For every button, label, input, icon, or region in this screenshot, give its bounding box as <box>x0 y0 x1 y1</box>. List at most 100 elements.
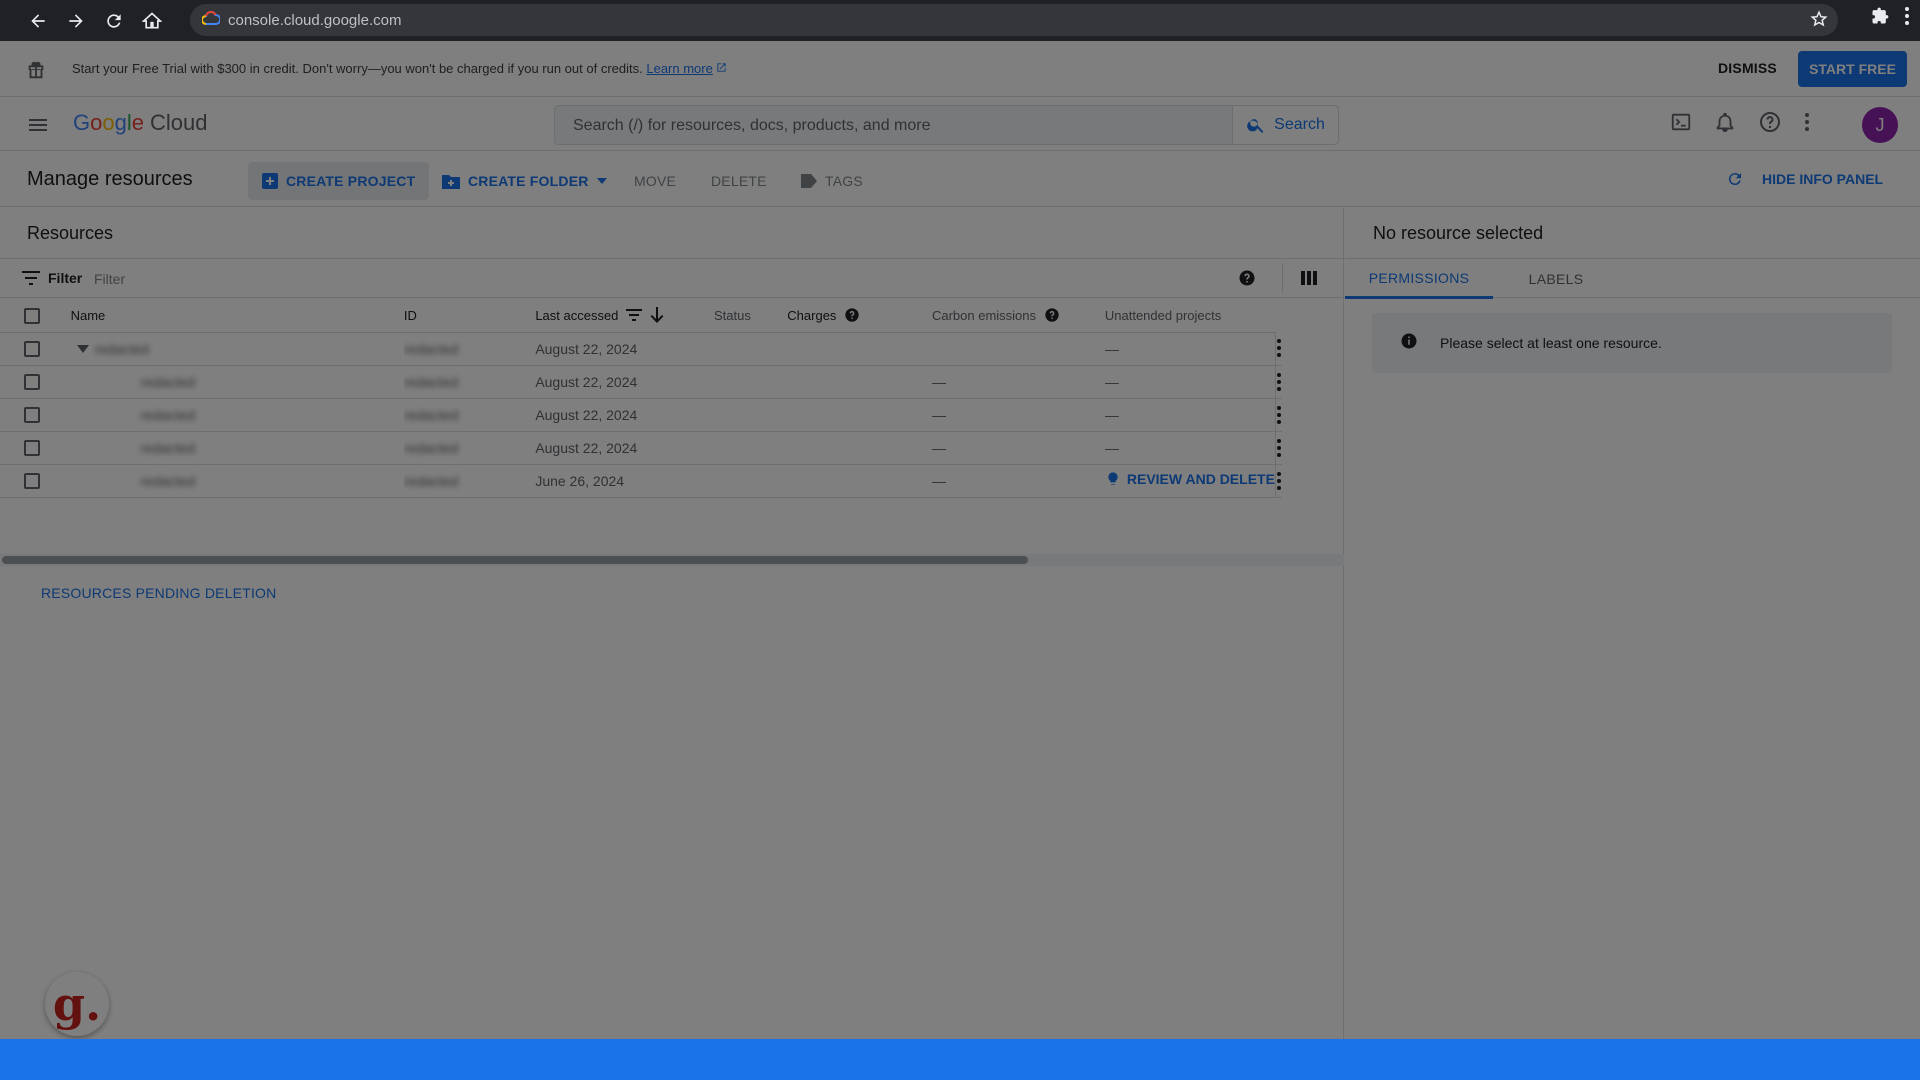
tags-button[interactable]: TAGS <box>787 162 877 200</box>
last-accessed-cell: June 26, 2024 <box>535 464 714 498</box>
column-charges[interactable]: Charges <box>787 299 932 333</box>
column-unattended-projects[interactable]: Unattended projects <box>1104 299 1276 333</box>
filter-bar: Filter Filter <box>0 258 1344 298</box>
extensions-icon[interactable] <box>1870 6 1890 31</box>
tab-permissions[interactable]: PERMISSIONS <box>1345 259 1493 299</box>
column-carbon-emissions[interactable]: Carbon emissions <box>931 299 1105 333</box>
search-button[interactable]: Search <box>1232 106 1338 144</box>
dismiss-button[interactable]: DISMISS <box>1718 60 1777 76</box>
column-display-icon[interactable] <box>1300 269 1318 292</box>
column-id[interactable]: ID <box>403 299 536 333</box>
table-row[interactable]: redacted redacted August 22, 2024 — — <box>0 398 1282 432</box>
unattended-cell: REVIEW AND DELETE <box>1104 464 1276 498</box>
reload-icon[interactable] <box>98 5 130 37</box>
table-row[interactable]: redacted redacted August 22, 2024 — <box>0 332 1282 366</box>
address-bar[interactable]: console.cloud.google.com <box>190 4 1838 36</box>
delete-button[interactable]: DELETE <box>697 162 781 200</box>
free-trial-banner: Start your Free Trial with $300 in credi… <box>0 41 1920 97</box>
help-circle-icon[interactable] <box>1238 269 1256 292</box>
create-folder-button[interactable]: CREATE FOLDER <box>428 162 621 200</box>
select-all-checkbox[interactable] <box>24 307 40 324</box>
help-icon[interactable] <box>1758 110 1782 139</box>
refresh-icon[interactable] <box>1726 170 1744 188</box>
row-checkbox[interactable] <box>24 440 40 457</box>
row-actions-icon[interactable] <box>1276 438 1282 458</box>
create-project-button[interactable]: CREATE PROJECT <box>248 162 430 200</box>
resource-id: redacted <box>403 472 459 489</box>
search-input[interactable]: Search (/) for resources, docs, products… <box>554 105 1339 145</box>
filter-label: Filter <box>48 270 83 286</box>
resource-name[interactable]: redacted <box>95 341 149 357</box>
tags-label: TAGS <box>825 173 863 189</box>
cloud-shell-icon[interactable] <box>1670 111 1692 138</box>
row-actions-icon[interactable] <box>1276 405 1282 425</box>
resources-table: Name ID Last accessed Status Charges Car… <box>0 299 1282 498</box>
tag-icon <box>801 174 817 188</box>
resource-name[interactable]: redacted <box>141 407 195 423</box>
row-actions-icon[interactable] <box>1276 338 1282 358</box>
expand-arrow-icon[interactable] <box>76 345 89 353</box>
status-cell <box>714 365 788 399</box>
row-checkbox[interactable] <box>24 374 40 391</box>
column-last-accessed[interactable]: Last accessed <box>535 299 714 333</box>
back-icon[interactable] <box>22 5 54 37</box>
more-options-icon[interactable] <box>1804 112 1810 137</box>
row-checkbox[interactable] <box>24 407 40 424</box>
forward-icon[interactable] <box>60 5 92 37</box>
move-button[interactable]: MOVE <box>620 162 690 200</box>
scrollbar-thumb[interactable] <box>2 556 1028 564</box>
hide-info-panel-button[interactable]: HIDE INFO PANEL <box>1726 170 1883 188</box>
filter-button[interactable]: Filter <box>22 270 82 286</box>
google-cloud-logo[interactable]: G o o g l e Cloud <box>73 110 208 136</box>
column-name[interactable]: Name <box>70 299 404 333</box>
resource-name[interactable]: redacted <box>141 473 195 489</box>
row-checkbox[interactable] <box>24 341 40 358</box>
browser-menu-icon[interactable] <box>1904 6 1910 31</box>
table-header-row: Name ID Last accessed Status Charges Car… <box>0 299 1282 333</box>
start-free-button[interactable]: START FREE <box>1798 51 1907 87</box>
charges-label: Charges <box>787 307 837 323</box>
last-accessed-cell: August 22, 2024 <box>535 332 714 366</box>
info-message: Please select at least one resource. <box>1440 335 1662 351</box>
app-header: G o o g l e Cloud Search (/) for resourc… <box>0 98 1920 151</box>
status-cell <box>714 464 788 498</box>
charges-help-icon[interactable] <box>844 307 860 323</box>
cloud-logo-icon <box>201 10 222 30</box>
column-filter-icon[interactable] <box>626 309 643 322</box>
create-folder-icon <box>442 175 460 189</box>
hamburger-menu-icon[interactable] <box>26 113 50 142</box>
banner-message: Start your Free Trial with $300 in credi… <box>72 61 643 76</box>
g-extension-badge[interactable]: g. <box>45 972 109 1036</box>
table-row[interactable]: redacted redacted August 22, 2024 — — <box>0 431 1282 465</box>
url-text: console.cloud.google.com <box>228 11 402 29</box>
filter-input[interactable]: Filter <box>94 271 125 287</box>
create-project-label: CREATE PROJECT <box>286 173 416 189</box>
carbon-help-icon[interactable] <box>1044 307 1060 323</box>
row-actions-icon[interactable] <box>1276 471 1282 491</box>
review-and-delete-link[interactable]: REVIEW AND DELETE <box>1105 471 1275 487</box>
row-checkbox[interactable] <box>24 473 40 490</box>
account-avatar[interactable]: J <box>1862 107 1898 143</box>
resource-name[interactable]: redacted <box>141 440 195 456</box>
tab-labels[interactable]: LABELS <box>1493 259 1619 299</box>
bookmark-star-icon[interactable] <box>1810 10 1828 33</box>
column-status[interactable]: Status <box>714 299 788 333</box>
resource-name[interactable]: redacted <box>141 374 195 390</box>
row-actions-icon[interactable] <box>1276 372 1282 392</box>
unattended-cell: — <box>1104 332 1276 366</box>
notifications-bell-icon[interactable] <box>1714 111 1736 138</box>
learn-more-link[interactable]: Learn more <box>646 61 712 76</box>
console-page: Start your Free Trial with $300 in credi… <box>0 41 1920 1039</box>
last-accessed-label: Last accessed <box>535 307 619 323</box>
divider <box>1282 263 1283 293</box>
home-icon[interactable] <box>136 5 168 37</box>
table-row[interactable]: redacted redacted August 22, 2024 — — <box>0 365 1282 399</box>
bottom-bar <box>0 1039 1920 1080</box>
table-row[interactable]: redacted redacted June 26, 2024 — REVIEW… <box>0 464 1282 498</box>
search-button-label: Search <box>1274 116 1325 133</box>
sort-descending-icon[interactable] <box>650 307 664 324</box>
horizontal-scrollbar[interactable] <box>0 554 1344 566</box>
info-panel-title: No resource selected <box>1373 223 1544 243</box>
resources-pending-deletion-link[interactable]: RESOURCES PENDING DELETION <box>41 585 276 601</box>
create-folder-label: CREATE FOLDER <box>468 173 589 189</box>
